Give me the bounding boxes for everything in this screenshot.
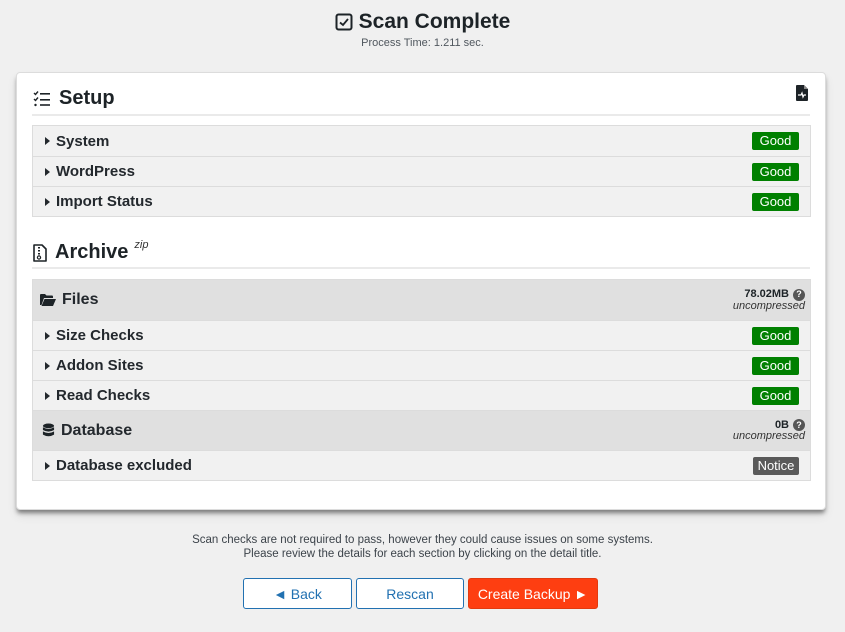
status-badge: Good bbox=[752, 132, 799, 150]
setup-divider bbox=[32, 114, 810, 116]
database-group-header: Database 0B? uncompressed bbox=[33, 410, 810, 450]
row-label: Database excluded bbox=[56, 457, 192, 474]
file-archive-icon bbox=[33, 243, 47, 262]
setup-row-wordpress[interactable]: WordPress Good bbox=[33, 156, 810, 186]
row-toggle[interactable]: System bbox=[45, 133, 109, 150]
row-toggle[interactable]: Size Checks bbox=[45, 327, 144, 344]
file-details-icon[interactable] bbox=[796, 85, 808, 101]
files-size-note: uncompressed bbox=[732, 299, 805, 312]
archive-divider bbox=[32, 267, 810, 269]
files-size-value: 78.02MB bbox=[744, 288, 789, 300]
footer-note-line: Please review the details for each secti… bbox=[243, 548, 602, 560]
archive-title-text: Archive bbox=[55, 241, 129, 263]
row-label: Read Checks bbox=[56, 387, 151, 404]
files-row-read-checks[interactable]: Read Checks Good bbox=[33, 380, 810, 410]
setup-section-title: Setup bbox=[33, 87, 115, 110]
caret-right-icon bbox=[45, 167, 50, 176]
checkbox-checked-icon bbox=[335, 13, 353, 31]
setup-title-text: Setup bbox=[59, 87, 115, 109]
row-label: Size Checks bbox=[56, 327, 144, 344]
archive-format: zip bbox=[134, 238, 149, 251]
setup-table: System Good WordPress Good Import Status… bbox=[32, 125, 811, 217]
caret-right-icon bbox=[45, 461, 50, 470]
files-label-text: Files bbox=[62, 291, 99, 308]
row-toggle[interactable]: Database excluded bbox=[45, 457, 192, 474]
setup-row-system[interactable]: System Good bbox=[33, 126, 810, 156]
folder-open-icon bbox=[40, 294, 56, 306]
database-row-excluded[interactable]: Database excluded Notice bbox=[33, 450, 810, 480]
status-badge: Good bbox=[752, 192, 799, 211]
status-badge: Good bbox=[752, 356, 799, 375]
archive-section-title: Archive zip bbox=[33, 238, 149, 264]
caret-right-icon bbox=[45, 361, 50, 370]
database-size-note: uncompressed bbox=[732, 430, 805, 442]
row-label: Addon Sites bbox=[56, 357, 144, 374]
caret-right-icon bbox=[45, 197, 50, 206]
create-backup-button[interactable]: Create Backup ► bbox=[468, 578, 598, 609]
row-toggle[interactable]: Read Checks bbox=[45, 387, 150, 404]
database-icon bbox=[42, 423, 55, 437]
page-title: Scan Complete bbox=[335, 10, 511, 34]
rescan-button[interactable]: Rescan bbox=[356, 578, 464, 609]
files-row-addon-sites[interactable]: Addon Sites Good bbox=[33, 350, 810, 380]
footer-note-line: Scan checks are not required to pass, ho… bbox=[192, 534, 653, 546]
scan-results-panel: Setup System Good WordPress Good Import … bbox=[16, 72, 826, 510]
files-size: 78.02MB? uncompressed bbox=[732, 288, 805, 312]
database-size: 0B? uncompressed bbox=[733, 419, 805, 442]
database-size-value: 0B bbox=[774, 418, 789, 431]
files-group-header: Files 78.02MB? uncompressed bbox=[33, 280, 810, 320]
row-toggle[interactable]: WordPress bbox=[45, 163, 135, 180]
archive-table: Files 78.02MB? uncompressed Size Checks … bbox=[32, 279, 811, 481]
caret-right-icon bbox=[45, 331, 50, 340]
row-toggle[interactable]: Import Status bbox=[45, 193, 153, 210]
page-title-text: Scan Complete bbox=[358, 10, 511, 33]
back-button[interactable]: ◄ Back bbox=[243, 578, 352, 609]
caret-right-icon bbox=[45, 137, 50, 145]
row-label: System bbox=[56, 132, 110, 150]
status-badge: Good bbox=[752, 326, 799, 345]
help-icon[interactable]: ? bbox=[793, 288, 805, 301]
database-label-text: Database bbox=[61, 421, 133, 439]
scan-header: Scan Complete Process Time: 1.211 sec. bbox=[0, 10, 845, 49]
status-badge: Good bbox=[752, 386, 799, 405]
status-badge: Notice bbox=[753, 456, 799, 475]
footer-note: Scan checks are not required to pass, ho… bbox=[0, 533, 845, 561]
files-row-size-checks[interactable]: Size Checks Good bbox=[33, 320, 810, 350]
files-group-label: Files bbox=[40, 291, 98, 309]
row-label: WordPress bbox=[56, 163, 135, 180]
status-badge: Good bbox=[752, 162, 799, 181]
caret-right-icon bbox=[45, 391, 50, 400]
checklist-icon bbox=[33, 90, 50, 106]
process-time: Process Time: 1.211 sec. bbox=[361, 37, 484, 49]
setup-row-import-status[interactable]: Import Status Good bbox=[33, 186, 810, 216]
database-group-label: Database bbox=[40, 422, 132, 440]
row-label: Import Status bbox=[56, 193, 153, 210]
row-toggle[interactable]: Addon Sites bbox=[45, 357, 144, 374]
